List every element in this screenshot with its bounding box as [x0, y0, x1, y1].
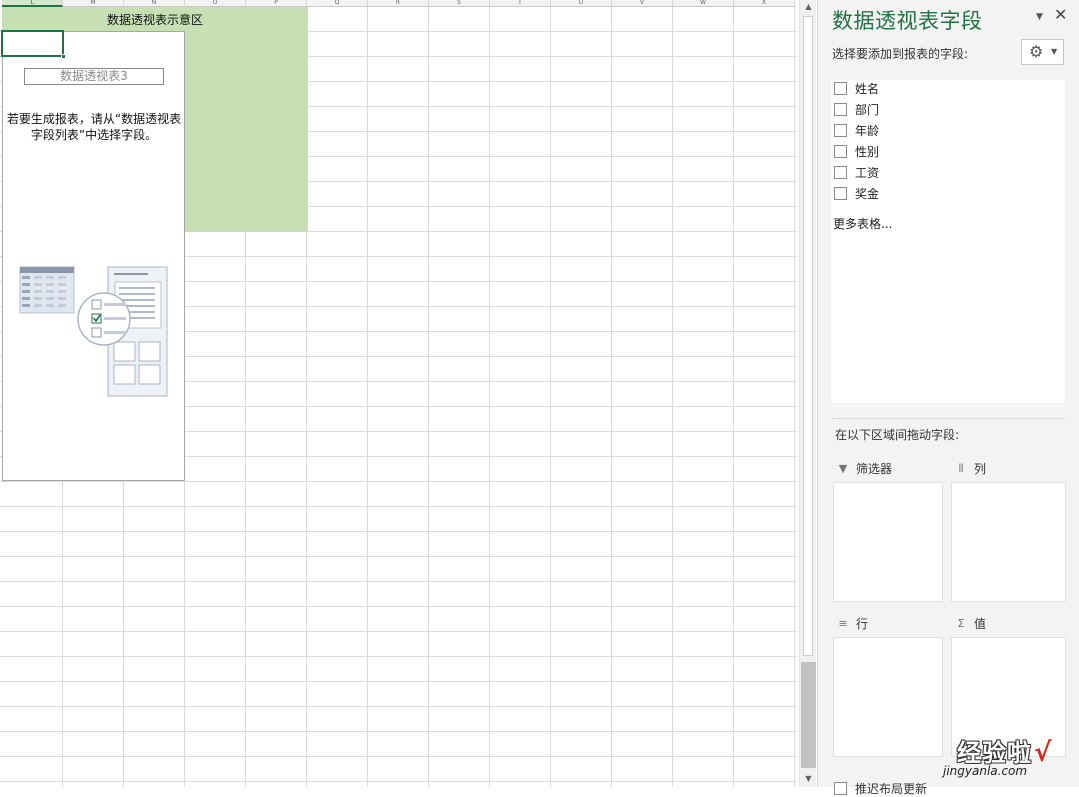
- pivot-area-title: 数据透视表示意区: [106, 13, 203, 27]
- drag-fields-label: 在以下区域间拖动字段:: [835, 428, 960, 442]
- field-label: 年龄: [855, 123, 880, 138]
- filter-area-label: 筛选器: [856, 462, 893, 476]
- column-header[interactable]: X: [734, 0, 795, 7]
- defer-update-row[interactable]: 推迟布局更新: [834, 780, 927, 797]
- scroll-down-icon[interactable]: ▼: [800, 772, 817, 786]
- gridline: [0, 656, 797, 657]
- gridline: [0, 606, 797, 607]
- field-list: 姓名 部门 年龄 性别 工资 奖金 更多表格...: [831, 80, 1065, 403]
- field-item-department[interactable]: 部门: [831, 99, 879, 119]
- column-header[interactable]: O: [185, 0, 246, 7]
- values-area-header: Σ 值: [955, 615, 987, 632]
- column-header[interactable]: N: [124, 0, 185, 7]
- watermark-url: jingyanla.com: [943, 764, 1028, 778]
- gear-icon: ⚙: [1029, 42, 1044, 61]
- gridline: [489, 7, 490, 787]
- gridline: [0, 581, 797, 582]
- filter-area-header: ▼ 筛选器: [837, 460, 892, 477]
- gridline: [0, 681, 797, 682]
- field-item-age[interactable]: 年龄: [831, 120, 879, 140]
- column-header[interactable]: T: [490, 0, 551, 7]
- more-tables-link[interactable]: 更多表格...: [833, 215, 892, 232]
- gridline: [0, 756, 797, 757]
- gridline: [0, 531, 797, 532]
- pivot-illustration-icon: [19, 266, 168, 397]
- columns-icon: ⦀: [958, 461, 964, 475]
- field-label: 部门: [855, 102, 880, 117]
- columns-area-label: 列: [974, 462, 987, 476]
- field-item-salary[interactable]: 工资: [831, 162, 879, 182]
- panel-options-dropdown-icon[interactable]: ▼: [1036, 12, 1043, 22]
- column-header[interactable]: R: [368, 0, 429, 7]
- field-list-settings-button[interactable]: ⚙ ▼: [1021, 39, 1064, 65]
- column-header[interactable]: Q: [307, 0, 368, 7]
- sigma-icon: Σ: [957, 617, 965, 630]
- filter-drop-area[interactable]: [833, 482, 943, 602]
- column-header[interactable]: S: [429, 0, 490, 7]
- field-checkbox[interactable]: [834, 144, 847, 158]
- field-checkbox[interactable]: [834, 123, 847, 137]
- field-label: 性别: [855, 144, 880, 159]
- gridline: [0, 506, 797, 507]
- chevron-down-icon: ▼: [1051, 47, 1058, 56]
- defer-update-checkbox[interactable]: [834, 782, 847, 795]
- scroll-thumb[interactable]: [801, 662, 816, 768]
- column-header[interactable]: M: [63, 0, 124, 7]
- field-checkbox[interactable]: [834, 102, 847, 116]
- gridline: [794, 7, 795, 787]
- field-label: 姓名: [855, 81, 880, 96]
- gridline: [672, 7, 673, 787]
- rows-icon: ≡: [838, 617, 848, 630]
- column-header[interactable]: U: [551, 0, 612, 7]
- gridline: [0, 631, 797, 632]
- columns-drop-area[interactable]: [951, 482, 1066, 602]
- pivot-field-list-panel: 数据透视表字段 ▼ ✕ 选择要添加到报表的字段: ⚙ ▼ 姓名 部门 年龄 性别…: [817, 0, 1079, 796]
- watermark-logo: 经验啦√ jingyanla.com: [943, 733, 1052, 778]
- field-checkbox[interactable]: [834, 165, 847, 179]
- field-checkbox[interactable]: [834, 81, 847, 95]
- field-item-name[interactable]: 姓名: [831, 78, 879, 98]
- field-label: 奖金: [855, 186, 880, 201]
- vertical-scrollbar[interactable]: ▲ ▼: [799, 0, 816, 787]
- defer-update-label: 推迟布局更新: [855, 782, 928, 796]
- watermark-check-icon: √: [1034, 738, 1052, 768]
- filter-icon: ▼: [838, 462, 848, 475]
- gridline: [367, 7, 368, 787]
- gridline: [733, 7, 734, 787]
- rows-area-header: ≡ 行: [837, 615, 868, 632]
- gridline: [0, 731, 797, 732]
- pivot-table-hint: 若要生成报表，请从“数据透视表字段列表”中选择字段。: [6, 112, 182, 142]
- column-header[interactable]: P: [246, 0, 307, 7]
- panel-splitter[interactable]: [832, 418, 1066, 419]
- choose-fields-label: 选择要添加到报表的字段:: [832, 47, 969, 61]
- column-header[interactable]: W: [673, 0, 734, 7]
- pivot-table-placeholder[interactable]: [2, 31, 185, 481]
- rows-drop-area[interactable]: [833, 637, 943, 757]
- scroll-track[interactable]: [803, 16, 813, 656]
- gridline: [611, 7, 612, 787]
- gridline: [0, 706, 797, 707]
- scroll-up-icon[interactable]: ▲: [800, 0, 817, 14]
- rows-area-label: 行: [856, 617, 869, 631]
- active-cell[interactable]: [1, 30, 64, 57]
- fill-handle[interactable]: [61, 54, 66, 59]
- worksheet-grid[interactable]: LMNOPQRSTUVWX 数据透视表示意区 数据透视表3 若要生成报表，请从“…: [0, 0, 797, 787]
- watermark-text: 经验啦: [957, 738, 1032, 767]
- field-item-gender[interactable]: 性别: [831, 141, 879, 161]
- gridline: [428, 7, 429, 787]
- gridline: [550, 7, 551, 787]
- gridline: [0, 556, 797, 557]
- field-item-bonus[interactable]: 奖金: [831, 183, 879, 203]
- column-header[interactable]: L: [2, 0, 63, 7]
- values-area-label: 值: [974, 617, 987, 631]
- pivot-table-name: 数据透视表3: [24, 68, 164, 85]
- gridline: [0, 481, 797, 482]
- columns-area-header: ⦀ 列: [955, 460, 986, 477]
- panel-title: 数据透视表字段: [832, 9, 983, 33]
- gridline: [0, 781, 797, 782]
- column-header[interactable]: V: [612, 0, 673, 7]
- field-checkbox[interactable]: [834, 186, 847, 200]
- field-label: 工资: [855, 165, 880, 180]
- close-icon[interactable]: ✕: [1054, 5, 1067, 24]
